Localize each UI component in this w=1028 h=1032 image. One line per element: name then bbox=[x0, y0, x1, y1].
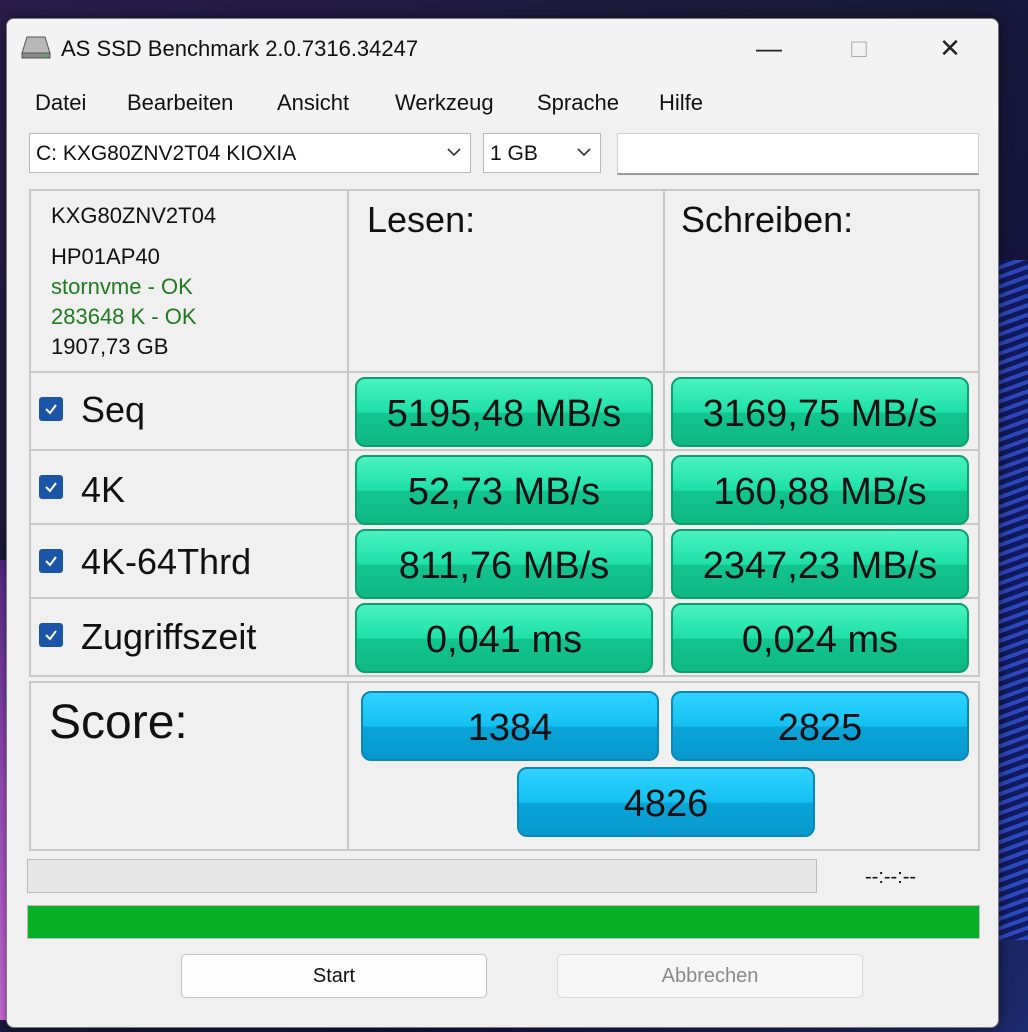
seq-label: Seq bbox=[81, 389, 146, 430]
progress-bar-current bbox=[27, 859, 817, 893]
check-icon bbox=[45, 482, 57, 493]
score-read: 1384 bbox=[361, 691, 659, 761]
menu-sprache[interactable]: Sprache bbox=[537, 90, 619, 116]
driver-status: stornvme - OK bbox=[51, 274, 193, 299]
score-total: 4826 bbox=[517, 767, 815, 837]
progress-bar-total bbox=[27, 905, 980, 939]
minimize-button[interactable]: — bbox=[729, 19, 809, 77]
abort-button[interactable]: Abbrechen bbox=[557, 954, 863, 998]
chevron-down-icon bbox=[577, 148, 591, 157]
4k64-read-result: 811,76 MB/s bbox=[355, 529, 653, 599]
access-time-label: Zugriffszeit bbox=[81, 616, 257, 657]
read-header: Lesen: bbox=[367, 199, 476, 240]
menu-werkzeug[interactable]: Werkzeug bbox=[395, 90, 494, 116]
write-header: Schreiben: bbox=[681, 199, 854, 240]
window-title: AS SSD Benchmark 2.0.7316.34247 bbox=[61, 36, 419, 61]
seq-write-result: 3169,75 MB/s bbox=[671, 377, 969, 447]
4k-read-result: 52,73 MB/s bbox=[355, 455, 653, 525]
4k64-write-result: 2347,23 MB/s bbox=[671, 529, 969, 599]
elapsed-time: --:--:-- bbox=[865, 866, 917, 888]
alignment-status: 283648 K - OK bbox=[51, 304, 197, 329]
menu-hilfe[interactable]: Hilfe bbox=[659, 90, 703, 116]
seq-read-result: 5195,48 MB/s bbox=[355, 377, 653, 447]
menu-bar: Datei Bearbeiten Ansicht Werkzeug Sprach… bbox=[7, 79, 998, 127]
drive-app-icon bbox=[21, 36, 51, 59]
size-select[interactable]: 1 GB bbox=[483, 133, 601, 173]
drive-capacity: 1907,73 GB bbox=[51, 334, 169, 359]
access-time-write-result: 0,024 ms bbox=[671, 603, 969, 673]
4k64-checkbox[interactable] bbox=[39, 549, 63, 573]
menu-ansicht[interactable]: Ansicht bbox=[277, 90, 349, 116]
check-icon bbox=[45, 630, 57, 641]
drive-select[interactable]: C: KXG80ZNV2T04 KIOXIA bbox=[29, 133, 471, 173]
4k64-label: 4K-64Thrd bbox=[81, 541, 252, 582]
score-label: Score: bbox=[49, 696, 188, 749]
app-window: AS SSD Benchmark 2.0.7316.34247 — □ ✕ Da… bbox=[6, 18, 999, 1028]
access-time-read-result: 0,041 ms bbox=[355, 603, 653, 673]
drive-model: KXG80ZNV2T04 bbox=[51, 203, 217, 228]
size-select-value: 1 GB bbox=[490, 142, 538, 165]
menu-bearbeiten[interactable]: Bearbeiten bbox=[127, 90, 233, 116]
drive-firmware: HP01AP40 bbox=[51, 244, 160, 269]
4k-checkbox[interactable] bbox=[39, 475, 63, 499]
row-cell bbox=[29, 449, 349, 525]
minimize-icon: — bbox=[756, 32, 782, 63]
4k-write-result: 160,88 MB/s bbox=[671, 455, 969, 525]
progress-fill bbox=[28, 906, 979, 938]
access-time-checkbox[interactable] bbox=[39, 623, 63, 647]
4k-label: 4K bbox=[81, 469, 126, 510]
check-icon bbox=[45, 556, 57, 567]
maximize-button[interactable]: □ bbox=[819, 19, 899, 77]
menu-datei[interactable]: Datei bbox=[35, 90, 86, 116]
close-button[interactable]: ✕ bbox=[910, 19, 990, 77]
seq-checkbox[interactable] bbox=[39, 397, 63, 421]
close-icon: ✕ bbox=[939, 32, 961, 63]
score-write: 2825 bbox=[671, 691, 969, 761]
check-icon bbox=[45, 404, 57, 415]
chevron-down-icon bbox=[447, 148, 461, 157]
row-cell bbox=[29, 371, 349, 451]
title-bar[interactable]: AS SSD Benchmark 2.0.7316.34247 — □ ✕ bbox=[7, 19, 998, 79]
drive-select-value: C: KXG80ZNV2T04 KIOXIA bbox=[36, 142, 297, 165]
start-button[interactable]: Start bbox=[181, 954, 487, 998]
output-textbox[interactable] bbox=[617, 133, 979, 175]
maximize-icon: □ bbox=[851, 32, 867, 63]
